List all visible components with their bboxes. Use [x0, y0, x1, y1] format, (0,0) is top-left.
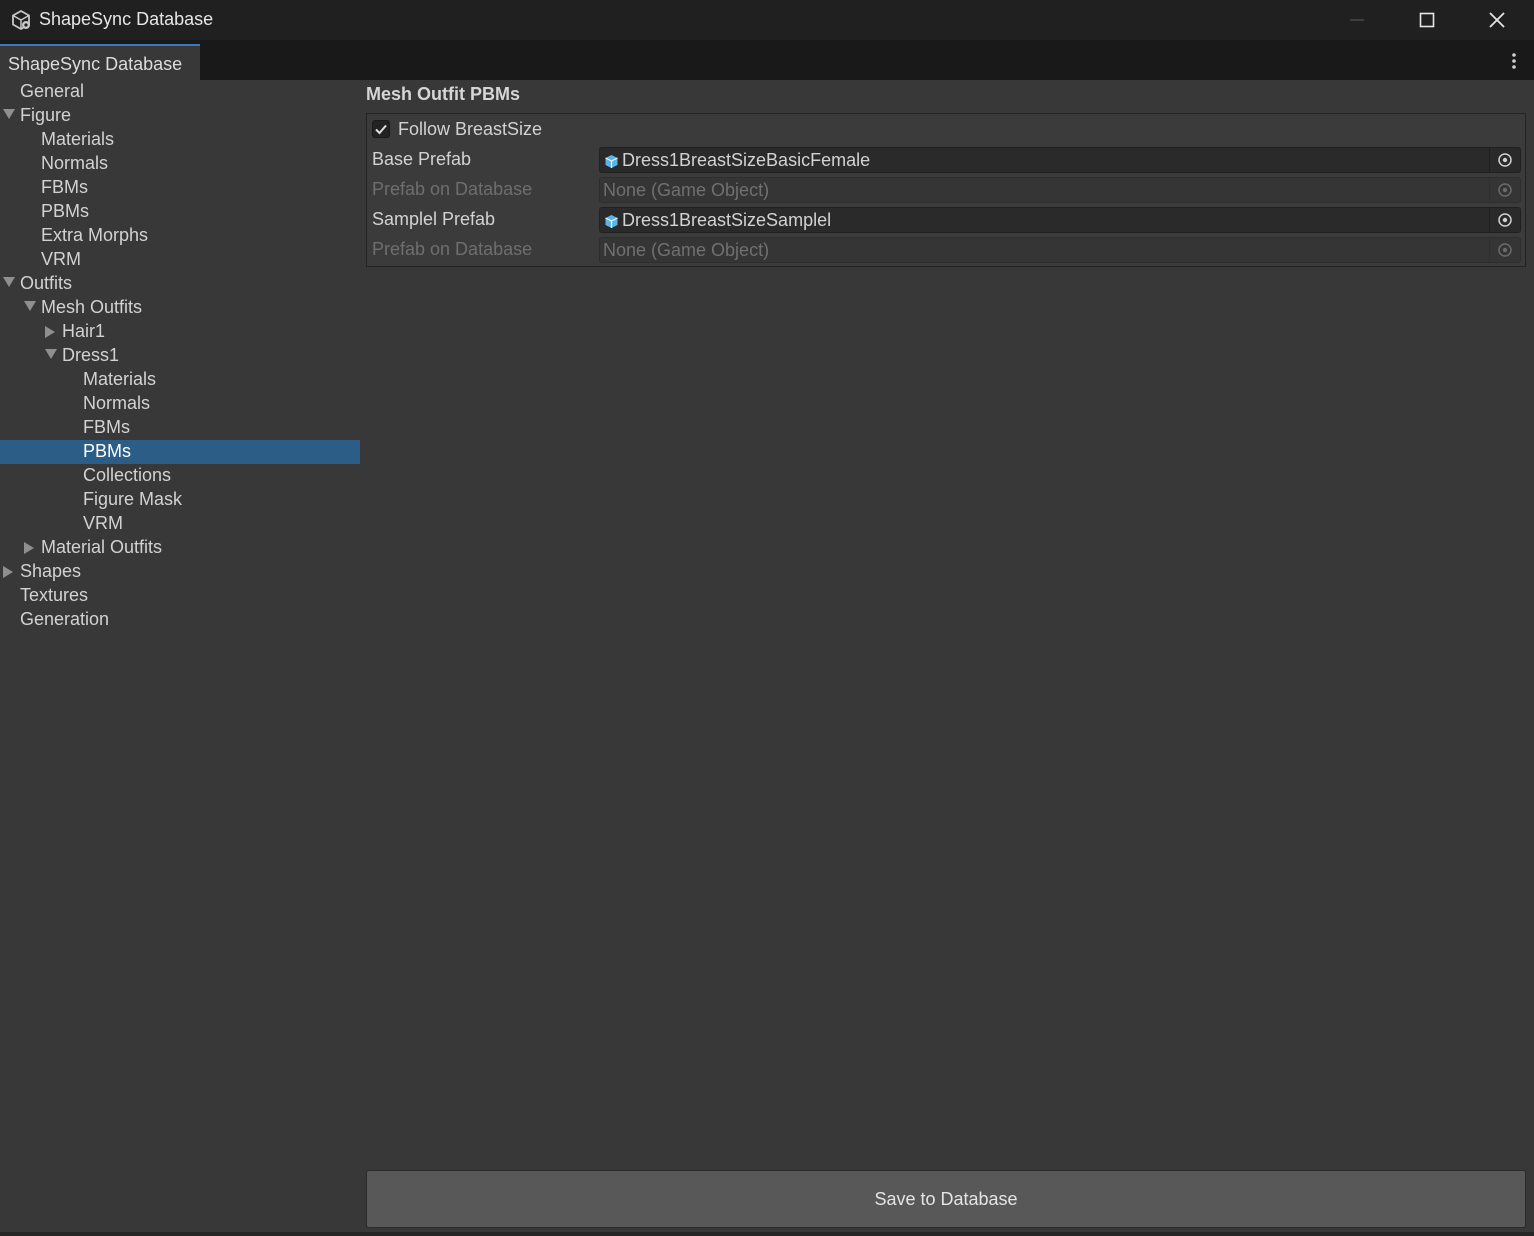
tree-item-vrm[interactable]: VRM [0, 512, 360, 536]
tree-item-label: General [20, 81, 85, 101]
tab-shapesync-database[interactable]: ShapeSync Database [0, 44, 200, 80]
save-to-database-button[interactable]: Save to Database [366, 1170, 1526, 1228]
tree-item-materials[interactable]: Materials [0, 128, 360, 152]
expanded-arrow-icon[interactable] [3, 109, 15, 119]
unity-app-icon [12, 9, 30, 31]
tree-item-label: Material Outfits [41, 537, 163, 557]
tree-item-label: Materials [83, 369, 157, 389]
base-prefab-value: Dress1BreastSizeBasicFemale [622, 150, 871, 170]
tree-item-normals[interactable]: Normals [0, 392, 360, 416]
tree-item-figure[interactable]: Figure [0, 104, 360, 128]
tree-item-label: Figure Mask [83, 489, 183, 509]
section-title: Mesh Outfit PBMs [366, 84, 521, 104]
window-bottom-border [0, 1232, 1534, 1236]
collapsed-arrow-icon[interactable] [3, 566, 13, 578]
samplel-prefab-value: Dress1BreastSizeSamplel [622, 210, 832, 230]
tree-item-normals[interactable]: Normals [0, 152, 360, 176]
object-picker-button-disabled [1489, 238, 1520, 262]
follow-breastsize-checkbox[interactable] [372, 120, 390, 138]
object-picker-button-disabled [1489, 178, 1520, 202]
object-picker-icon [1498, 243, 1512, 257]
maximize-icon [1419, 12, 1435, 28]
prefab-cube-icon [605, 215, 618, 228]
tree-item-fbms[interactable]: FBMs [0, 416, 360, 440]
prefab-on-database-value: None (Game Object) [603, 180, 770, 200]
prefab-on-database-field: None (Game Object) [599, 237, 1521, 263]
tree-item-generation[interactable]: Generation [0, 608, 360, 632]
tree-item-collections[interactable]: Collections [0, 464, 360, 488]
tree-item-label: Hair1 [62, 321, 106, 341]
tree-item-label: FBMs [41, 177, 88, 197]
expanded-arrow-icon[interactable] [24, 301, 36, 311]
tree-item-label: Normals [83, 393, 151, 413]
tree-item-pbms[interactable]: PBMs [0, 440, 360, 464]
tree-item-dress1[interactable]: Dress1 [0, 344, 360, 368]
tree-item-label: PBMs [41, 201, 90, 221]
tree-item-mesh-outfits[interactable]: Mesh Outfits [0, 296, 360, 320]
prefab-on-database-field: None (Game Object) [599, 177, 1521, 203]
prefab-cube-icon [605, 155, 618, 168]
tree-item-materials[interactable]: Materials [0, 368, 360, 392]
checkmark-icon [375, 124, 387, 135]
object-picker-icon [1498, 153, 1512, 167]
tree-item-label: Outfits [20, 273, 73, 293]
tree-item-textures[interactable]: Textures [0, 584, 360, 608]
sidebar-tree: General Figure Materials Normals FBMs PBMs Ext… [0, 80, 360, 1236]
tree-item-shapes[interactable]: Shapes [0, 560, 360, 584]
tree-item-label: Textures [20, 585, 89, 605]
maximize-button[interactable] [1392, 0, 1462, 40]
tree-item-label: Shapes [20, 561, 82, 581]
tab-label: ShapeSync Database [8, 54, 183, 74]
tree-item-label: VRM [83, 513, 123, 533]
tree-item-label: PBMs [83, 441, 132, 461]
collapsed-arrow-icon[interactable] [45, 326, 55, 338]
prefab-on-database-label: Prefab on Database [372, 239, 533, 259]
follow-breastsize-label: Follow BreastSize [398, 119, 543, 139]
collapsed-arrow-icon[interactable] [24, 542, 34, 554]
base-prefab-label: Base Prefab [372, 149, 472, 169]
window-titlebar: ShapeSync Database [0, 0, 1534, 40]
window-title: ShapeSync Database [39, 9, 214, 29]
object-picker-button[interactable] [1489, 148, 1520, 172]
expanded-arrow-icon[interactable] [45, 349, 57, 359]
close-icon [1489, 12, 1505, 28]
tree-item-extra-morphs[interactable]: Extra Morphs [0, 224, 360, 248]
tree-item-figure-mask[interactable]: Figure Mask [0, 488, 360, 512]
object-picker-button[interactable] [1489, 208, 1520, 232]
tree-item-label: Materials [41, 129, 115, 149]
object-picker-icon [1498, 213, 1512, 227]
kebab-menu-icon[interactable] [1504, 50, 1524, 72]
tree-item-label: FBMs [83, 417, 130, 437]
tree-item-label: Extra Morphs [41, 225, 149, 245]
tree-item-fbms[interactable]: FBMs [0, 176, 360, 200]
tree-item-pbms[interactable]: PBMs [0, 200, 360, 224]
tree-item-label: Collections [83, 465, 172, 485]
tree-item-vrm[interactable]: VRM [0, 248, 360, 272]
close-button[interactable] [1462, 0, 1532, 40]
tree-item-hair1[interactable]: Hair1 [0, 320, 360, 344]
prefab-on-database-label: Prefab on Database [372, 179, 533, 199]
prefab-on-database-value: None (Game Object) [603, 240, 770, 260]
tree-item-label: Normals [41, 153, 109, 173]
tree-item-label: Generation [20, 609, 110, 629]
expanded-arrow-icon[interactable] [3, 277, 15, 287]
object-picker-icon [1498, 183, 1512, 197]
minimize-button[interactable] [1322, 0, 1392, 40]
minimize-icon [1350, 19, 1364, 21]
tree-item-label: Mesh Outfits [41, 297, 143, 317]
tree-item-material-outfits[interactable]: Material Outfits [0, 536, 360, 560]
tree-item-label: Figure [20, 105, 72, 125]
tree-item-outfits[interactable]: Outfits [0, 272, 360, 296]
tree-item-label: Dress1 [62, 345, 120, 365]
editor-tab-bar: ShapeSync Database [0, 40, 1534, 80]
base-prefab-field[interactable]: Dress1BreastSizeBasicFemale [599, 147, 1521, 173]
samplel-prefab-field[interactable]: Dress1BreastSizeSamplel [599, 207, 1521, 233]
tree-item-general[interactable]: General [0, 80, 360, 104]
samplel-prefab-label: Samplel Prefab [372, 209, 496, 229]
tree-item-label: VRM [41, 249, 81, 269]
